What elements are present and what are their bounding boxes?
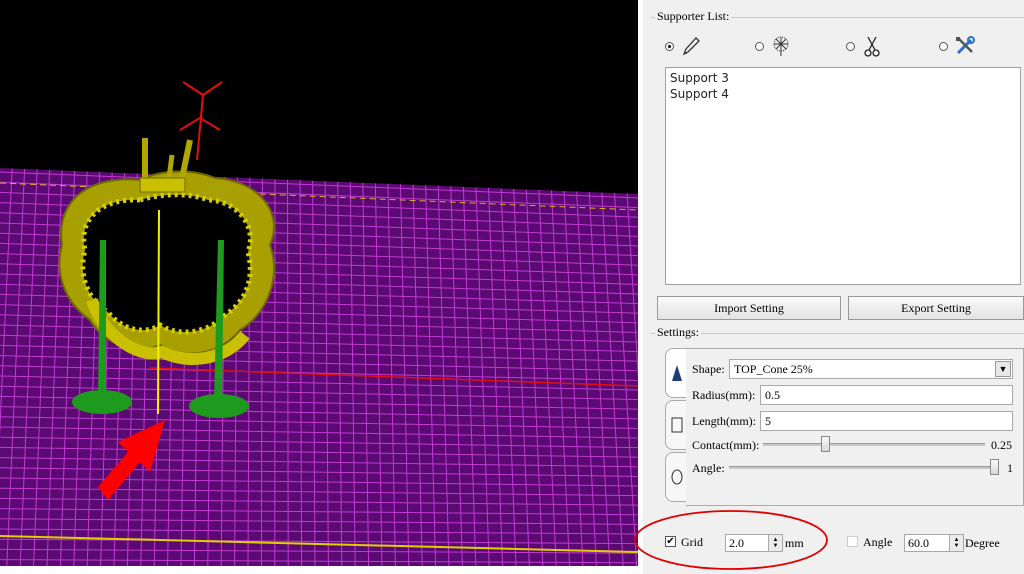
red-highlight-ellipse <box>634 510 828 570</box>
tab-cylinder-shape[interactable] <box>665 400 687 450</box>
contact-slider-track[interactable] <box>763 443 985 446</box>
supporter-panel: Supporter List: Support 3 Support 4 Impo… <box>634 0 1024 574</box>
angle-slider-track[interactable] <box>729 466 999 469</box>
contact-value: 0.25 <box>991 438 1012 452</box>
tool-pen-radio[interactable] <box>665 41 674 51</box>
tool-tree[interactable] <box>755 35 792 57</box>
spin-arrows-icon[interactable]: ▲ ▼ <box>949 535 963 551</box>
length-label: Length(mm): <box>692 414 756 428</box>
rectangle-icon <box>671 417 682 433</box>
settings-title: Settings: <box>655 325 702 340</box>
angle-label: Angle: <box>692 461 725 475</box>
tool-repair-radio[interactable] <box>939 41 948 51</box>
shape-label: Shape: <box>692 362 725 376</box>
scissors-icon <box>864 36 880 57</box>
tab-sphere-shape[interactable] <box>665 452 687 502</box>
pen-icon <box>682 37 700 56</box>
angle-snap-value: 60.0 <box>908 536 929 550</box>
support-listbox[interactable]: Support 3 Support 4 <box>665 67 1021 285</box>
shape-value: TOP_Cone 25% <box>734 362 813 376</box>
list-item[interactable]: Support 4 <box>670 86 1016 102</box>
export-setting-button[interactable]: Export Setting <box>848 296 1024 320</box>
angle-slider-thumb[interactable] <box>990 459 999 475</box>
shape-select[interactable]: TOP_Cone 25% ▼ <box>729 359 1013 379</box>
tab-cone-shape[interactable] <box>665 348 687 398</box>
angle-value: 1 <box>1007 461 1013 475</box>
tool-pen[interactable] <box>665 35 702 57</box>
tool-tree-radio[interactable] <box>755 41 764 51</box>
tool-repair[interactable] <box>939 35 976 57</box>
circle-icon <box>671 469 682 485</box>
3d-viewport[interactable] <box>0 0 638 566</box>
angle-snap-spinbox[interactable]: 60.0 ▲ ▼ <box>904 534 964 552</box>
wrench-screwdriver-icon <box>956 36 975 55</box>
angle-snap-unit: Degree <box>965 536 1000 550</box>
tool-cut[interactable] <box>846 35 883 57</box>
contact-slider-thumb[interactable] <box>821 436 830 452</box>
cone-icon <box>671 365 682 381</box>
chevron-down-icon[interactable]: ▼ <box>995 361 1011 377</box>
contact-label: Contact(mm): <box>692 438 760 452</box>
radius-input[interactable]: 0.5 <box>760 385 1013 405</box>
supporter-list-title: Supporter List: <box>655 9 732 24</box>
import-setting-button[interactable]: Import Setting <box>657 296 841 320</box>
angle-snap-checkbox[interactable] <box>847 536 858 547</box>
tool-cut-radio[interactable] <box>846 41 855 51</box>
list-item[interactable]: Support 3 <box>670 70 1016 86</box>
length-input[interactable]: 5 <box>760 411 1013 431</box>
angle-snap-label: Angle <box>863 535 893 549</box>
radius-label: Radius(mm): <box>692 388 756 402</box>
dandelion-icon <box>773 36 789 56</box>
